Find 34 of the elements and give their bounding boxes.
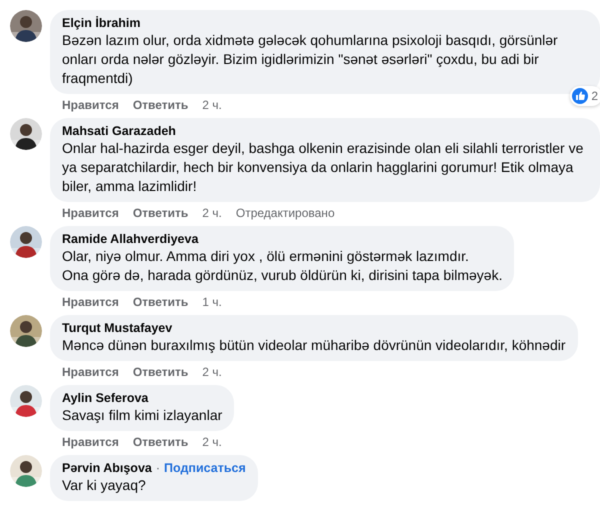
- like-link[interactable]: Нравится: [62, 294, 119, 310]
- timestamp[interactable]: 1 ч.: [202, 294, 222, 310]
- author-name[interactable]: Pərvin Abışova: [62, 460, 152, 476]
- reaction-badge[interactable]: 2: [570, 86, 600, 106]
- timestamp[interactable]: 2 ч.: [202, 97, 222, 113]
- separator: ·: [156, 461, 160, 475]
- reply-link[interactable]: Ответить: [132, 294, 188, 310]
- author-name[interactable]: Turqut Mustafayev: [62, 320, 172, 336]
- comment-text: Olar, niyə olmur. Amma diri yox , ölü ermənini göstərmək lazımdır.: [62, 247, 470, 266]
- like-link[interactable]: Нравится: [62, 205, 119, 221]
- reply-link[interactable]: Ответить: [132, 434, 188, 450]
- author-name[interactable]: Ramide Allahverdiyeva: [62, 231, 198, 247]
- reaction-count: 2: [591, 89, 598, 103]
- like-link[interactable]: Нравится: [62, 97, 119, 113]
- author-name[interactable]: Aylin Seferova: [62, 390, 148, 406]
- thumbs-up-icon: [572, 88, 588, 104]
- like-link[interactable]: Нравится: [62, 364, 119, 380]
- timestamp[interactable]: 2 ч.: [202, 205, 222, 221]
- comment-text: Savaşı film kimi izlayanlar: [62, 406, 222, 425]
- author-name[interactable]: Mahsati Garazadeh: [62, 123, 176, 139]
- timestamp[interactable]: 2 ч.: [202, 434, 222, 450]
- follow-link[interactable]: Подписаться: [164, 461, 246, 475]
- comment-text: Ona görə də, harada gördünüz, vurub öldürün ki, dirisini tapa bilməyək.: [62, 266, 502, 285]
- author-name[interactable]: Elçin İbrahim: [62, 15, 140, 31]
- timestamp[interactable]: 2 ч.: [202, 364, 222, 380]
- comment-text: Onlar hal-hazirda esger deyil, bashga olkenin erazisinde olan eli silahli terroristler ve ya separatchilardir, hech bir konvensiya da onlarin hagglarini gorumur! Etik olmaya biler, amma lazimlidir!: [62, 139, 584, 196]
- comment-text: Var ki yayaq?: [62, 476, 147, 495]
- like-link[interactable]: Нравится: [62, 434, 119, 450]
- edited-label: Отредактировано: [236, 205, 335, 221]
- comment-text: Bəzən lazım olur, orda xidmətə gələcək qohumlarına psixoloji basqıdı, görsünlər onları orda nələr gözləyir. Bizim igidlərimizin "sənət əsərləri" çoxdu, bu adi bir fraqmentdi): [62, 31, 559, 88]
- comment-text: Məncə dünən buraxılmış bütün videolar müharibə dövrünün videolarıdır, köhnədir: [62, 336, 566, 355]
- reply-link[interactable]: Ответить: [132, 364, 188, 380]
- reply-link[interactable]: Ответить: [132, 97, 188, 113]
- reply-link[interactable]: Ответить: [132, 205, 188, 221]
